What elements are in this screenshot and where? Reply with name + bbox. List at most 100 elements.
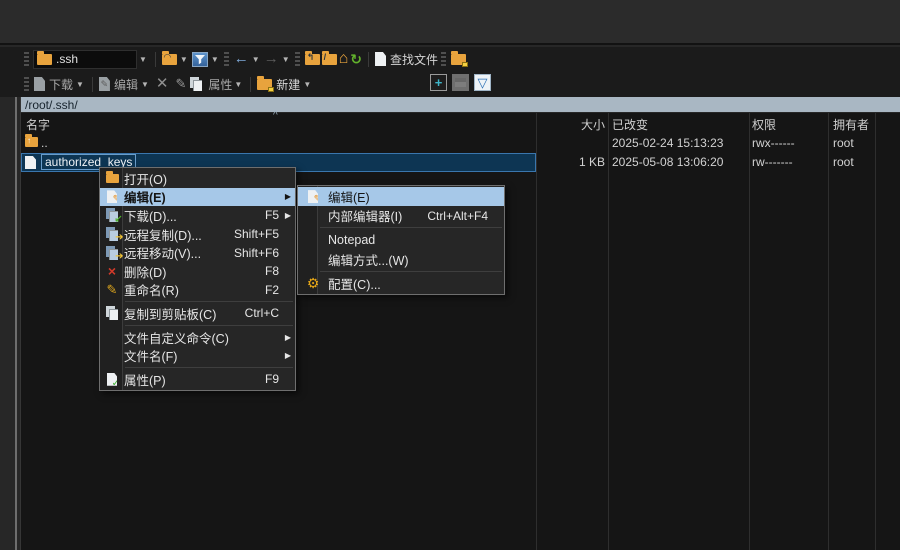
download-button[interactable]: ↓ 下载 — [33, 76, 74, 93]
forward-arrow-icon: → — [263, 50, 279, 67]
new-button[interactable]: 新建 — [256, 75, 301, 93]
file-changed: 2025-05-08 13:06:20 — [612, 155, 724, 169]
menu-item-rename[interactable]: ✎ 重命名(R) F2 — [100, 281, 295, 300]
add-button[interactable]: + — [430, 74, 447, 91]
back-button[interactable]: ← — [233, 50, 250, 67]
column-divider[interactable] — [828, 113, 829, 550]
open-folder-icon — [100, 170, 124, 183]
panel-toggle-buttons: + ▽ — [430, 74, 491, 91]
file-owner: root — [833, 136, 854, 150]
file-changed: 2025-02-24 15:13:23 — [612, 136, 724, 150]
file-owner: root — [833, 155, 854, 169]
find-files-button[interactable]: 查找文件 — [374, 51, 439, 68]
sort-asc-icon: ^ — [273, 110, 278, 121]
open-directory-dropdown-icon[interactable]: ▼ — [180, 55, 188, 64]
submenu-item-configure[interactable]: ⚙ 配置(C)... — [298, 274, 504, 293]
submenu-item-notepad[interactable]: Notepad — [298, 230, 504, 249]
properties-dropdown-icon[interactable]: ▼ — [234, 80, 242, 89]
panel-layout-button[interactable] — [452, 74, 469, 91]
copy-icon — [190, 77, 203, 91]
edit-label: 编辑 — [113, 77, 138, 92]
panel-splitter[interactable] — [15, 97, 17, 550]
toolbar-grip[interactable] — [294, 52, 300, 66]
menu-item-properties[interactable]: ✓ 属性(P) F9 — [100, 370, 295, 389]
gear-icon: ⚙ — [306, 274, 320, 291]
root-folder-icon: / — [321, 50, 337, 65]
menu-item-delete[interactable]: × 删除(D) F8 — [100, 262, 295, 281]
download-dropdown-icon[interactable]: ▼ — [76, 80, 84, 89]
folder-icon — [37, 50, 52, 65]
column-header-size[interactable]: 大小 — [520, 116, 605, 133]
column-header-owner[interactable]: 拥有者 — [833, 116, 869, 133]
back-arrow-icon: ← — [233, 50, 249, 67]
find-files-label: 查找文件 — [390, 52, 439, 67]
address-bar[interactable]: /root/.ssh/ — [21, 97, 900, 112]
forward-button[interactable]: → — [263, 50, 280, 67]
home-directory-button[interactable]: ⌂ — [338, 50, 350, 67]
menu-item-download[interactable]: ↙ 下载(D)... F5 — [100, 206, 295, 225]
column-divider[interactable] — [875, 113, 876, 550]
copy-icon — [100, 306, 124, 321]
remote-move-icon: ➔ — [100, 245, 124, 262]
edit-button[interactable]: ✎ 编辑 — [98, 76, 139, 93]
menu-item-remote-copy[interactable]: ➔ 远程复制(D)... Shift+F5 — [100, 225, 295, 244]
session-toolbar: .ssh ▼ ◠ ▼ ▼ ← ▼ → ▼ ↰ / ⌂ ↻ 查找文件 — [0, 47, 900, 71]
edit-submenu: ✎ 编辑(E) 内部编辑器(I) Ctrl+Alt+F4 Notepad 编辑方… — [297, 185, 505, 295]
current-path: /root/.ssh/ — [25, 97, 78, 112]
rename-button[interactable]: ✎ — [175, 76, 186, 92]
duplicate-button[interactable] — [189, 77, 204, 91]
submenu-item-internal-editor[interactable]: 内部编辑器(I) Ctrl+Alt+F4 — [298, 206, 504, 225]
toolbar-grip[interactable] — [223, 52, 229, 66]
open-directory-button[interactable]: ◠ — [161, 50, 178, 65]
column-divider[interactable] — [608, 113, 609, 550]
edit-icon: ✎ — [98, 77, 110, 91]
desktop-top-area — [0, 0, 900, 45]
column-divider[interactable] — [536, 113, 537, 550]
location-combo[interactable]: .ssh — [33, 49, 137, 69]
file-rights: rwx------ — [752, 136, 795, 150]
refresh-button[interactable]: ↻ — [349, 52, 363, 66]
find-file-icon — [375, 52, 387, 66]
location-dropdown-icon[interactable]: ▼ — [139, 55, 147, 64]
download-icon: ↓ — [34, 77, 45, 91]
delete-x-icon: × — [107, 263, 117, 280]
home-icon: ⌂ — [338, 50, 349, 67]
menu-item-custom-commands[interactable]: 文件自定义命令(C) — [100, 328, 295, 347]
root-directory-button[interactable]: / — [321, 50, 338, 65]
submenu-item-edit-with[interactable]: 编辑方式...(W) — [298, 250, 504, 269]
menu-item-remote-move[interactable]: ➔ 远程移动(V)... Shift+F6 — [100, 243, 295, 262]
column-header-rights[interactable]: 权限 — [752, 116, 776, 133]
column-divider[interactable] — [749, 113, 750, 550]
filter-icon — [191, 51, 208, 67]
toolbar-grip[interactable] — [24, 77, 29, 91]
new-dropdown-icon[interactable]: ▼ — [303, 80, 311, 89]
toolbar-area: .ssh ▼ ◠ ▼ ▼ ← ▼ → ▼ ↰ / ⌂ ↻ 查找文件 ↓ 下载 ▼… — [0, 47, 900, 97]
filter-dropdown-icon[interactable]: ▼ — [211, 55, 219, 64]
menu-item-open[interactable]: 打开(O) — [100, 169, 295, 188]
parent-directory-button[interactable]: ↰ — [304, 50, 321, 65]
column-header-changed[interactable]: 已改变 — [612, 116, 648, 133]
new-folder-icon — [257, 75, 275, 92]
column-header-name[interactable]: 名字 — [26, 116, 50, 133]
directory-shortcut-button[interactable] — [450, 50, 469, 67]
new-label: 新建 — [276, 77, 301, 92]
edit-dropdown-icon[interactable]: ▼ — [141, 80, 149, 89]
menu-item-copy-to-clipboard[interactable]: 复制到剪贴板(C) Ctrl+C — [100, 304, 295, 323]
back-dropdown-icon[interactable]: ▼ — [252, 55, 260, 64]
menu-item-file-names[interactable]: 文件名(F) — [100, 346, 295, 365]
properties-icon: ✓ — [100, 372, 124, 386]
delete-button[interactable]: ✕ — [156, 76, 169, 91]
forward-dropdown-icon[interactable]: ▼ — [282, 55, 290, 64]
filter-toggle-button[interactable]: ▽ — [474, 74, 491, 91]
menu-item-edit[interactable]: ✎ 编辑(E) — [100, 187, 295, 207]
toolbar-grip[interactable] — [24, 52, 29, 66]
download-icon: ↙ — [100, 208, 124, 225]
filter-button[interactable] — [191, 51, 209, 67]
location-combo-value: .ssh — [56, 52, 79, 66]
submenu-item-edit[interactable]: ✎ 编辑(E) — [298, 187, 504, 207]
toolbar-grip[interactable] — [441, 52, 447, 66]
properties-label[interactable]: 属性 — [208, 76, 232, 93]
file-icon — [25, 156, 36, 169]
table-row-parent[interactable]: ↑ .. 2025-02-24 15:13:23 rwx------ root — [21, 134, 900, 153]
command-toolbar: ↓ 下载 ▼ ✎ 编辑 ▼ ✕ ✎ 属性 ▼ 新建 ▼ + ▽ — [0, 72, 900, 96]
